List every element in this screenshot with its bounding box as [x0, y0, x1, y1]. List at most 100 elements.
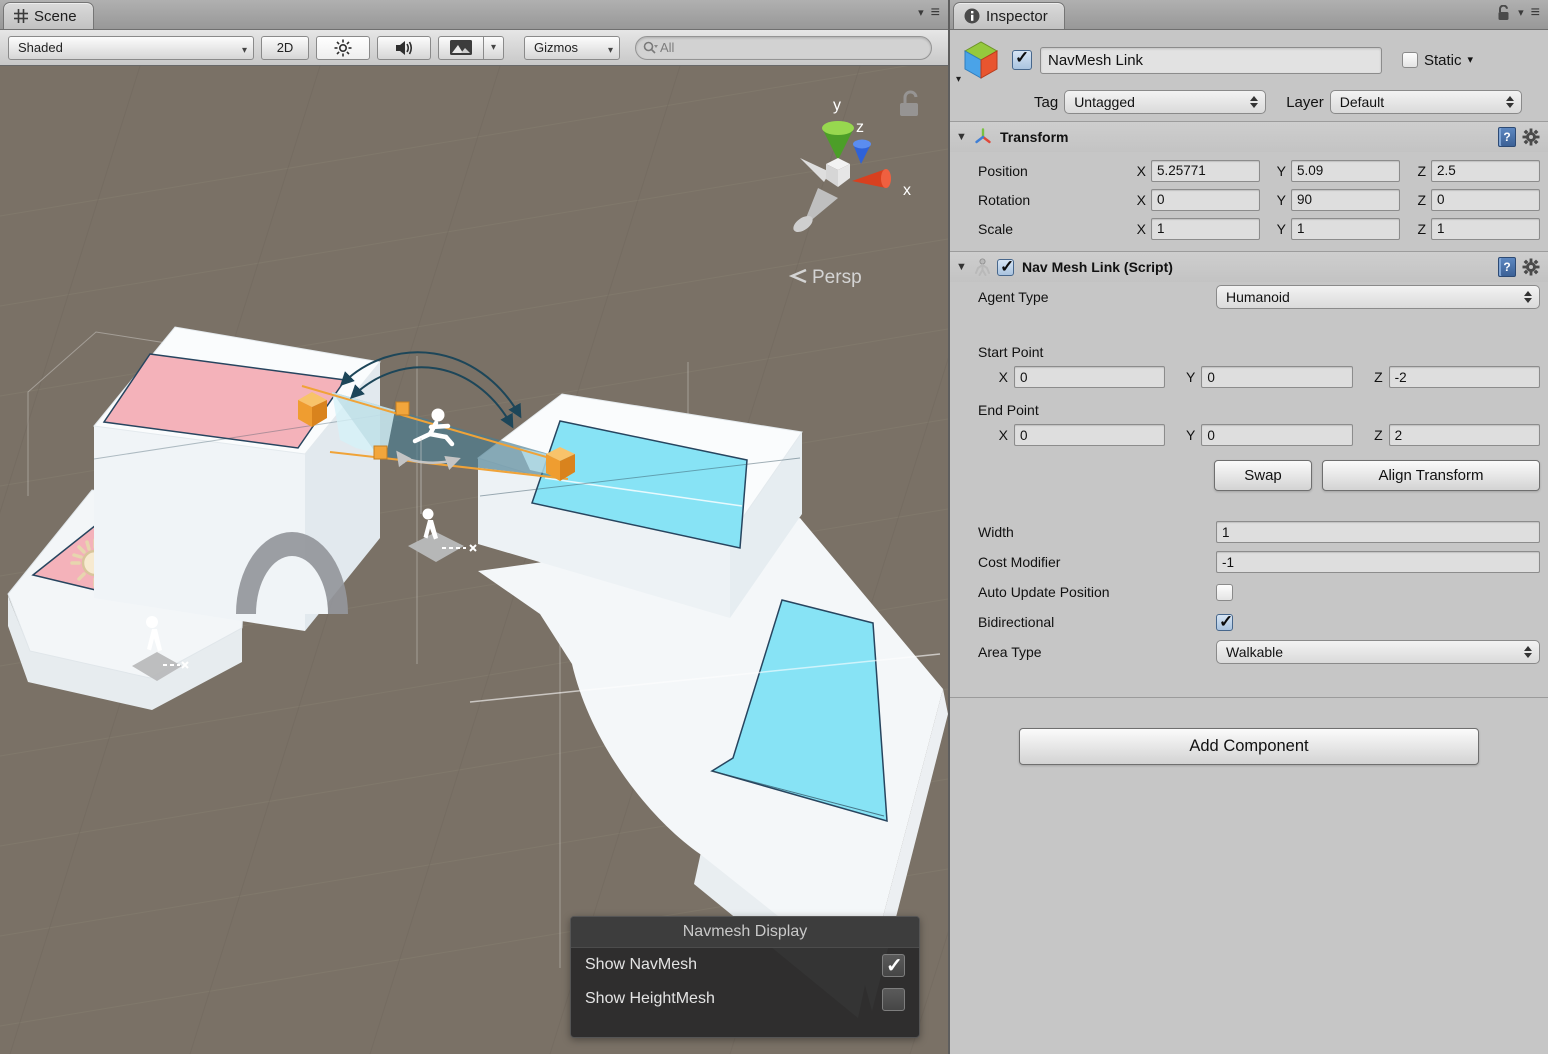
- start-y-field[interactable]: [1201, 366, 1352, 388]
- effects-toggle-group: ▾: [438, 36, 504, 60]
- static-checkbox[interactable]: [1402, 52, 1418, 68]
- chevron-down-icon: ▾: [956, 74, 961, 85]
- swap-button[interactable]: Swap: [1214, 460, 1312, 491]
- active-checkbox[interactable]: [1012, 50, 1032, 70]
- width-field[interactable]: [1216, 521, 1540, 543]
- position-row: Position X Y Z: [958, 156, 1540, 185]
- scene-toolbar: Shaded ▾ 2D: [0, 30, 948, 66]
- axis-y-label[interactable]: y: [833, 97, 841, 114]
- bidirectional-checkbox[interactable]: [1216, 614, 1233, 631]
- link-handle[interactable]: [374, 446, 387, 459]
- auto-update-checkbox[interactable]: [1216, 584, 1233, 601]
- layer-dropdown[interactable]: Default: [1330, 90, 1522, 114]
- end-x-field[interactable]: [1014, 424, 1165, 446]
- persp-label[interactable]: Persp: [812, 267, 862, 288]
- unity-editor: Scene ▾ ≡ Shaded ▾ 2D: [0, 0, 1548, 1054]
- chevron-down-icon: ▾: [491, 42, 496, 53]
- bidirectional-row: Bidirectional: [950, 607, 1548, 637]
- width-row: Width: [950, 517, 1548, 547]
- axis-z-label[interactable]: z: [856, 119, 864, 136]
- gear-icon[interactable]: [1522, 258, 1540, 276]
- axis-x-label[interactable]: x: [903, 182, 911, 199]
- gizmos-dropdown[interactable]: Gizmos ▾: [524, 36, 620, 60]
- link-handle[interactable]: [396, 402, 409, 415]
- grid-icon: [14, 9, 28, 23]
- scene-tab-menu-icon[interactable]: ≡: [931, 5, 940, 21]
- start-x-field[interactable]: [1014, 366, 1165, 388]
- width-label: Width: [978, 524, 1216, 540]
- scene-tab-dropdown-icon[interactable]: ▾: [918, 8, 924, 19]
- effects-dropdown[interactable]: ▾: [484, 36, 504, 60]
- scale-y-field[interactable]: [1291, 218, 1400, 240]
- rotation-y-field[interactable]: [1291, 189, 1400, 211]
- chevron-down-icon: ▾: [242, 45, 247, 56]
- start-point-label: Start Point: [950, 334, 1548, 362]
- info-icon: [964, 8, 980, 24]
- agent-type-label: Agent Type: [978, 289, 1216, 305]
- show-heightmesh-label: Show HeightMesh: [585, 990, 715, 1008]
- tab-inspector[interactable]: Inspector: [953, 2, 1065, 29]
- add-component-area: Add Component: [950, 697, 1548, 765]
- add-component-button[interactable]: Add Component: [1019, 728, 1479, 765]
- rotation-row: Rotation X Y Z: [958, 185, 1540, 214]
- navmesh-display-title: Navmesh Display: [571, 917, 919, 948]
- rotation-x-field[interactable]: [1151, 189, 1260, 211]
- agent-type-dropdown[interactable]: Humanoid: [1216, 285, 1540, 309]
- end-y-field[interactable]: [1201, 424, 1352, 446]
- show-navmesh-checkbox[interactable]: [882, 954, 905, 977]
- help-icon[interactable]: ?: [1498, 257, 1516, 277]
- inspector-tabbar: Inspector ▾ ≡: [950, 0, 1548, 30]
- inspector-menu-icon[interactable]: ≡: [1531, 5, 1540, 21]
- scale-z-field[interactable]: [1431, 218, 1540, 240]
- end-point-row: X Y Z: [950, 420, 1548, 450]
- position-z-field[interactable]: [1431, 160, 1540, 182]
- auto-update-label: Auto Update Position: [978, 584, 1216, 600]
- rotation-z-field[interactable]: [1431, 189, 1540, 211]
- show-heightmesh-checkbox[interactable]: [882, 988, 905, 1011]
- lock-icon[interactable]: [1496, 5, 1511, 21]
- transform-component: ▼ Transform ?: [950, 121, 1548, 251]
- inspector-tab-label: Inspector: [986, 8, 1048, 25]
- foldout-arrow[interactable]: ▼: [956, 131, 968, 143]
- gear-icon[interactable]: [1522, 128, 1540, 146]
- position-label: Position: [958, 163, 1130, 179]
- inspector-panel: Inspector ▾ ≡: [950, 0, 1548, 1054]
- scene-search[interactable]: [635, 36, 932, 60]
- start-z-field[interactable]: [1389, 366, 1540, 388]
- layer-label: Layer: [1286, 94, 1324, 111]
- scene-tabbar: Scene ▾ ≡: [0, 0, 948, 30]
- component-enabled-checkbox[interactable]: [997, 259, 1014, 276]
- position-x-field[interactable]: [1151, 160, 1260, 182]
- scene-lighting-button[interactable]: [316, 36, 370, 60]
- foldout-arrow[interactable]: ▼: [956, 261, 968, 273]
- position-y-field[interactable]: [1291, 160, 1400, 182]
- tag-dropdown[interactable]: Untagged: [1064, 90, 1266, 114]
- start-point-row: X Y Z: [950, 362, 1548, 392]
- rotation-label: Rotation: [958, 192, 1130, 208]
- transform-title: Transform: [1000, 129, 1068, 145]
- chevron-down-icon: ▾: [608, 45, 613, 56]
- align-transform-button[interactable]: Align Transform: [1322, 460, 1540, 491]
- cost-modifier-field[interactable]: [1216, 551, 1540, 573]
- static-dropdown-icon[interactable]: ▾: [1468, 55, 1474, 66]
- show-navmesh-label: Show NavMesh: [585, 956, 697, 974]
- end-z-field[interactable]: [1389, 424, 1540, 446]
- area-type-dropdown[interactable]: Walkable: [1216, 640, 1540, 664]
- image-icon: [450, 40, 472, 55]
- scale-x-field[interactable]: [1151, 218, 1260, 240]
- effects-button[interactable]: [438, 36, 484, 60]
- tag-label: Tag: [1034, 94, 1058, 111]
- auto-update-row: Auto Update Position: [950, 577, 1548, 607]
- inspector-dropdown-icon[interactable]: ▾: [1518, 8, 1524, 19]
- area-type-label: Area Type: [978, 644, 1216, 660]
- tab-scene[interactable]: Scene: [3, 2, 94, 29]
- gameobject-icon[interactable]: ▾: [958, 37, 1004, 83]
- gameobject-name-field[interactable]: [1040, 47, 1382, 74]
- help-icon[interactable]: ?: [1498, 127, 1516, 147]
- draw-mode-dropdown[interactable]: Shaded ▾: [8, 36, 254, 60]
- search-input[interactable]: [660, 40, 921, 55]
- scene-audio-button[interactable]: [377, 36, 431, 60]
- 2d-toggle-button[interactable]: 2D: [261, 36, 309, 60]
- scene-viewport[interactable]: y z x Persp Navmesh Display Show N: [0, 66, 948, 1054]
- scene-3d-canvas[interactable]: y z x Persp: [0, 66, 948, 1054]
